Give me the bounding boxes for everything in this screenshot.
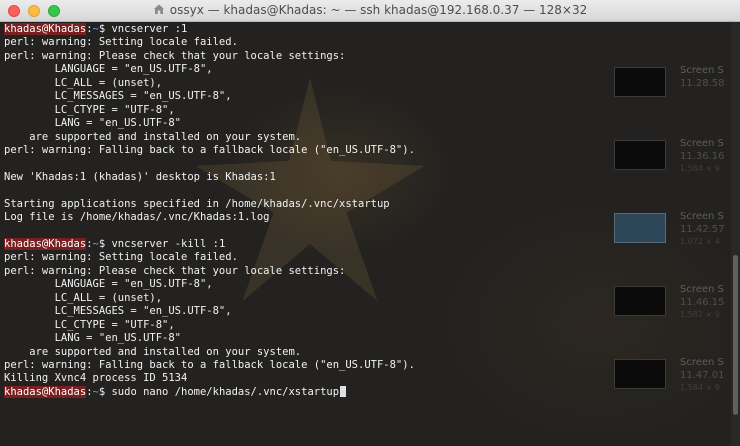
terminal-output-line: perl: warning: Setting locale failed.: [4, 251, 238, 264]
screenshot-file-size: 1,584 × 9: [680, 164, 720, 173]
terminal-output-line: LANG = "en_US.UTF-8": [4, 332, 182, 345]
screenshot-file-name: Screen S: [680, 138, 724, 149]
screenshot-file-size: 1,072 × 4: [680, 237, 720, 246]
terminal-output-line: LANGUAGE = "en_US.UTF-8",: [4, 278, 213, 291]
screenshot-file-thumbnail[interactable]: [614, 140, 666, 170]
prompt-user-host: khadas@Khadas: [4, 385, 87, 398]
terminal-output-line: perl: warning: Please check that your lo…: [4, 264, 346, 277]
terminal-output-line: LC_MESSAGES = "en_US.UTF-8",: [4, 90, 232, 103]
terminal-prompt-line: khadas@Khadas:~$ sudo nano /home/khadas/…: [4, 385, 604, 399]
terminal-output-line: LC_MESSAGES = "en_US.UTF-8",: [4, 305, 232, 318]
terminal-output-line: Starting applications specified in /home…: [4, 197, 390, 210]
screenshot-file-name: Screen S: [680, 284, 724, 295]
desktop-icons: Screen S 11.28.58 Screen S 11.36.16 1,584 × …: [610, 65, 730, 446]
screenshot-file-name: Screen S: [680, 211, 724, 222]
terminal-prompt-line: khadas@Khadas:~$ vncserver :1: [4, 23, 604, 36]
screenshot-file-size: 1,582 × 9: [680, 310, 720, 319]
text-cursor: [340, 385, 347, 397]
prompt-user-host: khadas@Khadas: [4, 23, 87, 35]
screenshot-file-date: 11.46.15: [680, 297, 725, 308]
terminal-output-line: [4, 157, 604, 170]
window-title-wrap: ossyx — khadas@Khadas: ~ — ssh khadas@19…: [0, 3, 740, 17]
terminal-output-line: Log file is /home/khadas/.vnc/Khadas:1.l…: [4, 211, 270, 224]
terminal-output-line: [4, 184, 604, 197]
screenshot-file-date: 11.28.58: [680, 78, 725, 89]
terminal-window: ossyx — khadas@Khadas: ~ — ssh khadas@19…: [0, 0, 740, 446]
terminal-output-line: are supported and installed on your syst…: [4, 130, 302, 143]
screenshot-file-size: 1,584 × 9: [680, 383, 720, 392]
screenshot-file-thumbnail[interactable]: [614, 359, 666, 389]
terminal-output-line: LC_ALL = (unset),: [4, 76, 163, 89]
terminal-output-line: perl: warning: Falling back to a fallbac…: [4, 143, 415, 156]
prompt-command: $ vncserver -kill :1: [98, 238, 226, 250]
terminal-prompt-line: khadas@Khadas:~$ vncserver -kill :1: [4, 238, 604, 251]
terminal-output-line: perl: warning: Please check that your lo…: [4, 49, 346, 62]
prompt-command: $ vncserver :1: [98, 23, 188, 35]
screenshot-file-date: 11.47.01: [680, 370, 725, 381]
terminal-output-line: New 'Khadas:1 (khadas)' desktop is Khada…: [4, 170, 276, 183]
terminal-output-line: LC_CTYPE = "UTF-8",: [4, 318, 175, 331]
prompt-command: $ sudo nano /home/khadas/.vnc/xstartup: [98, 385, 340, 398]
terminal-output-line: LC_ALL = (unset),: [4, 291, 163, 304]
terminal-output-line: LC_CTYPE = "UTF-8",: [4, 103, 175, 116]
terminal-output-line: Killing Xvnc4 process ID 5134: [4, 372, 188, 385]
terminal-output-line: [4, 225, 604, 238]
scroll-thumb[interactable]: [733, 255, 738, 415]
screenshot-file-name: Screen S: [680, 65, 724, 76]
screenshot-file-thumbnail[interactable]: [614, 67, 666, 97]
home-folder-icon: [153, 4, 164, 14]
screenshot-file-date: 11.42.57: [680, 224, 725, 235]
terminal-output-line: perl: warning: Falling back to a fallbac…: [4, 358, 415, 371]
scrollbar[interactable]: [731, 22, 740, 446]
terminal-output: khadas@Khadas:~$ vncserver :1 perl: warni…: [4, 23, 604, 399]
terminal-output-line: LANGUAGE = "en_US.UTF-8",: [4, 63, 213, 76]
terminal-output-line: are supported and installed on your syst…: [4, 345, 302, 358]
screenshot-file-name: Screen S: [680, 357, 724, 368]
screenshot-file-thumbnail[interactable]: [614, 213, 666, 243]
window-title: ossyx — khadas@Khadas: ~ — ssh khadas@19…: [169, 3, 588, 17]
terminal-output-line: LANG = "en_US.UTF-8": [4, 117, 182, 130]
terminal-area[interactable]: Screen S 11.28.58 Screen S 11.36.16 1,584 × …: [0, 22, 740, 446]
prompt-user-host: khadas@Khadas: [4, 238, 87, 250]
terminal-output-line: perl: warning: Setting locale failed.: [4, 36, 238, 49]
screenshot-file-date: 11.36.16: [680, 151, 725, 162]
title-bar[interactable]: ossyx — khadas@Khadas: ~ — ssh khadas@19…: [0, 0, 740, 22]
screenshot-file-thumbnail[interactable]: [614, 286, 666, 316]
